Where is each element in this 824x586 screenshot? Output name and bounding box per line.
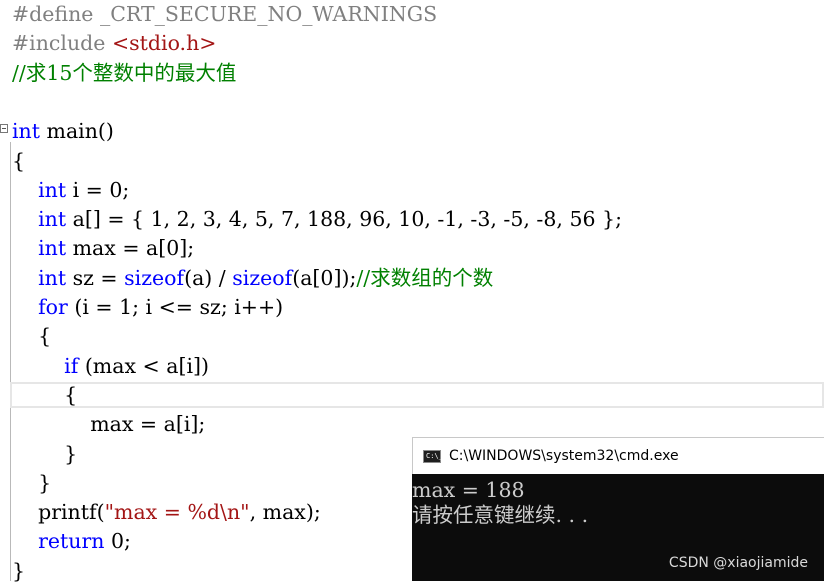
console-title: C:\WINDOWS\system32\cmd.exe [449,448,679,464]
code-token: if [64,353,79,378]
code-token: (a) / [184,265,233,290]
code-line: #define _CRT_SECURE_NO_WARNINGS [12,0,437,29]
code-line: for (i = 1; i <= sz; i++) [12,293,283,322]
code-token: i = 0; [66,177,130,202]
code-line: { [12,147,25,176]
console-output-line: 请按任意键继续. . . [412,503,589,527]
code-line: max = a[i]; [12,410,205,439]
code-line: } [12,440,77,469]
console-titlebar[interactable]: C:\_ C:\WINDOWS\system32\cmd.exe [412,437,824,474]
console-output-line: max = 188 [412,478,525,502]
code-token: main() [40,119,114,144]
code-token: "max = %d\n" [104,500,250,525]
code-line: int a[] = { 1, 2, 3, 4, 5, 7, 188, 96, 1… [12,205,622,234]
current-line-highlight [10,382,824,408]
code-line: } [12,557,25,586]
code-line: int max = a[0]; [12,234,194,263]
code-line: { [12,322,51,351]
code-line: } [12,469,51,498]
code-line: printf("max = %d\n", max); [12,498,321,527]
code-token: (max < a[i]) [78,353,210,378]
code-token: //求15个整数中的最大值 [12,60,237,85]
code-line: #include <stdio.h> [12,29,216,58]
outline-guide [10,142,11,581]
code-token: <stdio.h> [111,31,217,56]
code-token: sizeof [124,265,185,290]
code-token: int [38,265,67,290]
code-token: printf( [12,500,105,525]
code-token: max = a[0]; [66,236,195,261]
code-token: int [38,177,67,202]
code-token: for [38,295,68,319]
code-token: { [12,382,78,407]
code-line: //求15个整数中的最大值 [12,59,236,88]
code-token: } [12,470,52,495]
code-token: max = a[i]; [12,412,206,437]
code-token: return [38,529,105,554]
code-token: a[] = { 1, 2, 3, 4, 5, 7, 188, 96, 10, -… [66,207,622,232]
code-token: #include [12,31,112,56]
code-token: int [38,236,67,261]
code-token: { [12,148,26,173]
watermark: CSDN @xiaojiamide [668,555,808,571]
collapse-icon[interactable] [0,124,8,133]
cmd-icon-glyph: C:\_ [426,452,443,460]
code-line: { [12,381,77,410]
code-token: , max); [249,500,321,525]
code-token: (i = 1; i <= sz; i++) [67,295,284,319]
code-token: #define _CRT_SECURE_NO_WARNINGS [12,2,438,26]
code-token: //求数组的个数 [356,265,494,290]
code-line: int sz = sizeof(a) / sizeof(a[0]);//求数组的… [12,264,493,293]
code-token: sizeof [232,265,293,290]
cmd-icon: C:\_ [423,450,443,463]
code-token: } [12,441,78,466]
code-token: int [38,207,67,232]
code-line: return 0; [12,527,131,556]
code-token: 0; [104,529,131,554]
code-line: int main() [12,117,114,146]
code-line: if (max < a[i]) [12,352,209,381]
code-line: int i = 0; [12,176,129,205]
code-token: (a[0]); [292,265,357,290]
code-token: } [12,558,26,583]
code-token: int [12,119,40,144]
code-token: { [12,324,52,349]
code-token: sz = [66,265,125,290]
